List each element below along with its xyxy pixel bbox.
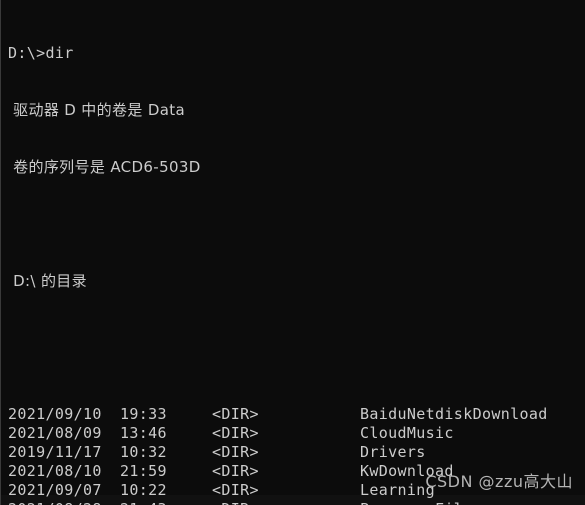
entry-date: 2021/09/10 <box>8 405 102 423</box>
entry-type: <DIR> <box>212 443 259 461</box>
directory-entry-row: 2021/08/09 13:46 <DIR> CloudMusic <box>8 424 585 443</box>
volume-label-line: 驱动器 D 中的卷是 Data <box>8 101 186 119</box>
entry-date: 2021/09/07 <box>8 481 102 499</box>
volume-serial-line: 卷的序列号是 ACD6-503D <box>8 158 201 176</box>
directory-entry-row: 2019/11/17 10:32 <DIR> Drivers <box>8 443 585 462</box>
command-prompt-window[interactable]: D:\>dir 驱动器 D 中的卷是 Data 卷的序列号是 ACD6-503D… <box>0 0 585 505</box>
directory-of-line: D:\ 的目录 <box>8 272 87 290</box>
entry-time: 10:32 <box>120 443 167 461</box>
entry-date: 2021/08/28 <box>8 500 120 505</box>
prompt-line: D:\>dir <box>8 44 74 62</box>
console-output: D:\>dir 驱动器 D 中的卷是 Data 卷的序列号是 ACD6-503D… <box>8 6 585 505</box>
directory-entry-row: 2021/08/2821:43<DIR>Program Files <box>8 500 585 505</box>
entry-time: 10:22 <box>120 481 167 499</box>
entry-date: 2019/11/17 <box>8 443 102 461</box>
entry-time: 21:59 <box>120 462 167 480</box>
entry-time: 13:46 <box>120 424 167 442</box>
entry-name: CloudMusic <box>360 424 454 442</box>
entry-name: Learning <box>360 481 436 499</box>
entry-name: BaiduNetdiskDownload <box>360 405 548 423</box>
entry-date: 2021/08/09 <box>8 424 102 442</box>
entry-time: 19:33 <box>120 405 167 423</box>
entry-type: <DIR> <box>212 500 360 505</box>
entry-type: <DIR> <box>212 481 259 499</box>
entry-date: 2021/08/10 <box>8 462 102 480</box>
entry-name: Program Files <box>360 500 482 505</box>
directory-entry-row: 2021/09/10 19:33 <DIR> BaiduNetdiskDownload <box>8 405 585 424</box>
entry-name: Drivers <box>360 443 426 461</box>
entry-type: <DIR> <box>212 462 259 480</box>
csdn-watermark: CSDN @zzu高大山 <box>425 472 573 491</box>
entry-time: 21:43 <box>120 500 212 505</box>
entry-type: <DIR> <box>212 405 259 423</box>
entry-type: <DIR> <box>212 424 259 442</box>
